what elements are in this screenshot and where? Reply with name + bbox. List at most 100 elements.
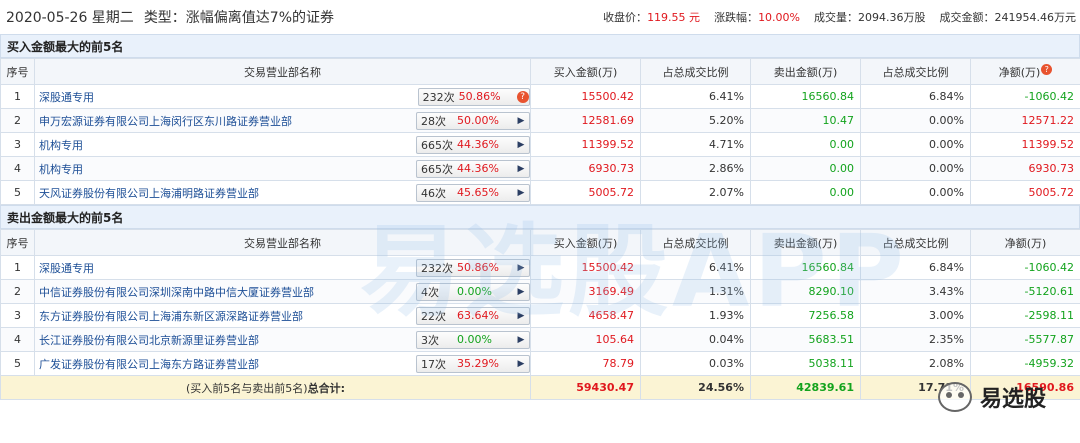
row-index: 1 (0, 255, 35, 280)
buy-ratio: 2.86% (640, 156, 751, 181)
dept-name-link[interactable]: 东方证券股份有限公司上海浦东新区源深路证券营业部 (39, 308, 416, 324)
row-index: 2 (0, 279, 35, 304)
row-index: 2 (0, 108, 35, 133)
history-badge[interactable]: 46次 45.65% ▶ (416, 183, 530, 202)
buy-ratio: 6.41% (640, 255, 751, 280)
net-amount: 6930.73 (970, 156, 1080, 181)
question-icon[interactable]: ? (1041, 63, 1053, 75)
sell-ratio: 6.84% (860, 84, 971, 109)
total-sell: 42839.61 (750, 375, 861, 400)
volume: 成交量：2094.36万股 (814, 11, 926, 24)
col-sell: 卖出金额(万) (750, 229, 861, 256)
history-badge[interactable]: 4次 0.00% ▶ (416, 282, 530, 301)
sell-amount: 5038.11 (750, 351, 861, 376)
page-header: 2020-05-26 星期二 类型：涨幅偏离值达7%的证券 收盘价：119.55… (0, 0, 1080, 34)
col-sell-ratio: 占总成交比例 (860, 229, 971, 256)
table-header: 序号 交易营业部名称 买入金额(万) 占总成交比例 卖出金额(万) 占总成交比例… (0, 58, 1080, 85)
play-arrow-icon[interactable]: ▶ (513, 359, 529, 369)
sell-ratio: 6.84% (860, 255, 971, 280)
sell-amount: 8290.10 (750, 279, 861, 304)
appear-count: 232次 (421, 261, 453, 275)
dept-name-link[interactable]: 申万宏源证券有限公司上海闵行区东川路证券营业部 (39, 113, 416, 129)
list-type: 类型：涨幅偏离值达7%的证券 (143, 10, 335, 26)
buy-amount: 15500.42 (530, 84, 641, 109)
col-name: 交易营业部名称 (34, 58, 531, 85)
question-icon[interactable]: ? (516, 90, 529, 103)
history-badge[interactable]: 232次 50.86% ▶ (416, 258, 530, 277)
play-arrow-icon[interactable]: ▶ (513, 140, 529, 150)
win-rate: 50.00% (457, 114, 499, 127)
win-rate: 50.86% (457, 261, 499, 274)
appear-count: 665次 (421, 162, 453, 176)
play-arrow-icon[interactable]: ▶ (513, 164, 529, 174)
row-index: 5 (0, 180, 35, 205)
appear-count: 3次 (421, 333, 439, 347)
total-net: 16590.86 (970, 375, 1080, 400)
history-badge[interactable]: 665次 44.36% ▶ (416, 135, 530, 154)
col-net[interactable]: 净额(万)? (970, 58, 1080, 85)
dept-cell: 中信证券股份有限公司深圳深南中路中信大厦证券营业部 4次 0.00% ▶ (34, 279, 531, 304)
sell-amount: 0.00 (750, 156, 861, 181)
dept-name-link[interactable]: 深股通专用 (39, 260, 416, 276)
col-buy-ratio: 占总成交比例 (640, 58, 751, 85)
buy-ratio: 0.03% (640, 351, 751, 376)
buy-ratio: 1.31% (640, 279, 751, 304)
dept-cell: 广发证券股份有限公司上海东方路证券营业部 17次 35.29% ▶ (34, 351, 531, 376)
dept-name-link[interactable]: 长江证券股份有限公司北京新源里证券营业部 (39, 332, 416, 348)
buy-amount: 11399.52 (530, 132, 641, 157)
history-badge[interactable]: 232次 50.86%? (417, 87, 530, 106)
dept-name-link[interactable]: 广发证券股份有限公司上海东方路证券营业部 (39, 356, 416, 372)
net-amount: -4959.32 (970, 351, 1080, 376)
table-row: 3 东方证券股份有限公司上海浦东新区源深路证券营业部 22次 63.64% ▶ 4658.… (0, 303, 1080, 328)
row-index: 3 (0, 132, 35, 157)
history-badge[interactable]: 28次 50.00% ▶ (416, 111, 530, 130)
dept-name-link[interactable]: 天风证券股份有限公司上海浦明路证券营业部 (39, 185, 416, 201)
total-row: (买入前5名与卖出前5名)总合计: 59430.47 24.56% 42839.… (0, 375, 1080, 400)
win-rate: 0.00% (457, 333, 492, 346)
appear-count: 46次 (421, 186, 446, 200)
play-arrow-icon[interactable]: ▶ (513, 188, 529, 198)
sell-amount: 0.00 (750, 132, 861, 157)
row-index: 5 (0, 351, 35, 376)
buy-amount: 5005.72 (530, 180, 641, 205)
buy-ratio: 6.41% (640, 84, 751, 109)
col-buy-ratio: 占总成交比例 (640, 229, 751, 256)
buy-top5-table: 序号 交易营业部名称 买入金额(万) 占总成交比例 卖出金额(万) 占总成交比例… (0, 58, 1080, 205)
buy-amount: 6930.73 (530, 156, 641, 181)
play-arrow-icon[interactable]: ▶ (513, 335, 529, 345)
buy-amount: 78.79 (530, 351, 641, 376)
row-index: 3 (0, 303, 35, 328)
play-arrow-icon[interactable]: ▶ (513, 287, 529, 297)
buy-amount: 15500.42 (530, 255, 641, 280)
win-rate: 44.36% (457, 162, 499, 175)
dept-cell: 长江证券股份有限公司北京新源里证券营业部 3次 0.00% ▶ (34, 327, 531, 352)
buy-amount: 105.64 (530, 327, 641, 352)
total-buy: 59430.47 (530, 375, 641, 400)
win-rate: 44.36% (457, 138, 499, 151)
dept-name-link[interactable]: 中信证券股份有限公司深圳深南中路中信大厦证券营业部 (39, 284, 416, 300)
play-arrow-icon[interactable]: ▶ (513, 116, 529, 126)
appear-count: 22次 (421, 309, 446, 323)
dept-name-link[interactable]: 机构专用 (39, 161, 416, 177)
col-name: 交易营业部名称 (34, 229, 531, 256)
net-amount: 11399.52 (970, 132, 1080, 157)
history-badge[interactable]: 22次 63.64% ▶ (416, 306, 530, 325)
win-rate: 45.65% (457, 186, 499, 199)
table-row: 4 机构专用 665次 44.36% ▶ 6930.73 2.86% 0.00 0.00% 693… (0, 156, 1080, 181)
dept-cell: 机构专用 665次 44.36% ▶ (34, 156, 531, 181)
buy-ratio: 0.04% (640, 327, 751, 352)
table-row: 2 申万宏源证券有限公司上海闵行区东川路证券营业部 28次 50.00% ▶ 12581.… (0, 108, 1080, 133)
history-badge[interactable]: 665次 44.36% ▶ (416, 159, 530, 178)
play-arrow-icon[interactable]: ▶ (513, 263, 529, 273)
total-sell-ratio: 17.71% (860, 375, 971, 400)
history-badge[interactable]: 3次 0.00% ▶ (416, 330, 530, 349)
play-arrow-icon[interactable]: ▶ (513, 311, 529, 321)
trade-date: 2020-05-26 星期二 (6, 10, 134, 26)
col-sell-ratio: 占总成交比例 (860, 58, 971, 85)
dept-cell: 东方证券股份有限公司上海浦东新区源深路证券营业部 22次 63.64% ▶ (34, 303, 531, 328)
history-badge[interactable]: 17次 35.29% ▶ (416, 354, 530, 373)
dept-name-link[interactable]: 机构专用 (39, 137, 416, 153)
dept-name-link[interactable]: 深股通专用 (39, 89, 418, 105)
sell-amount: 16560.84 (750, 255, 861, 280)
table-row: 5 广发证券股份有限公司上海东方路证券营业部 17次 35.29% ▶ 78.79 0.03… (0, 351, 1080, 376)
